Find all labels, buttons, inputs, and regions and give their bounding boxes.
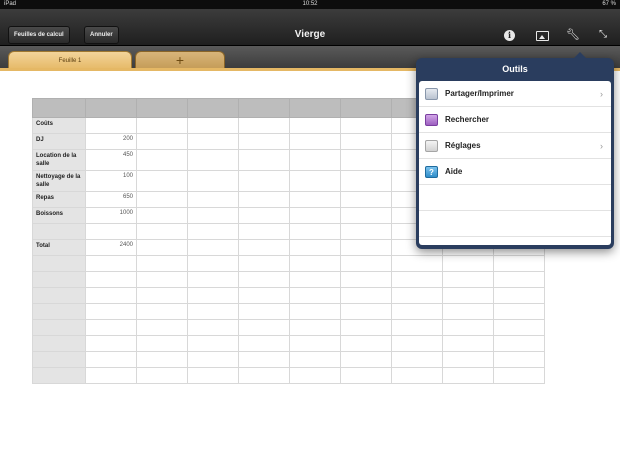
share-print-icon [425,88,438,100]
row-label[interactable]: Boissons [32,207,86,224]
row-label[interactable]: Total [32,239,86,256]
cell-value[interactable]: 450 [85,149,137,171]
status-bar: iPad 10:52 67 % [0,0,620,9]
cell-value[interactable]: 2400 [85,239,137,256]
tools-menu-list: Partager/Imprimer › Rechercher Réglages … [419,81,611,245]
help-icon: ? [425,166,438,178]
tools-popover: Outils Partager/Imprimer › Rechercher Ré… [416,58,614,249]
status-time: 10:52 [302,1,318,7]
menu-empty-row [419,185,611,211]
cell-value[interactable]: 100 [85,170,137,192]
chevron-right-icon: › [600,89,603,99]
menu-item-search[interactable]: Rechercher [419,107,611,133]
cell-value[interactable]: 1000 [85,207,137,224]
row-label[interactable]: Repas [32,191,86,208]
cell-value[interactable] [85,117,137,134]
menu-item-label: Rechercher [445,115,490,124]
table-row [32,271,545,288]
table-row [32,367,545,384]
info-icon[interactable]: i [504,30,515,41]
document-title: Vierge [294,29,326,40]
popover-arrow [572,52,588,60]
wrench-icon[interactable]: 🔧︎ [566,28,580,42]
menu-item-help[interactable]: ? Aide [419,159,611,185]
menu-item-label: Partager/Imprimer [445,89,514,98]
battery-level: 67 % [602,1,616,7]
row-label[interactable]: Nettoyage de la salle [32,170,86,192]
settings-icon [425,140,438,152]
row-label[interactable] [32,223,86,240]
chevron-right-icon: › [600,141,603,151]
table-row [32,255,545,272]
media-icon[interactable] [536,31,549,41]
table-row [32,335,545,352]
menu-item-share-print[interactable]: Partager/Imprimer › [419,81,611,107]
menu-item-settings[interactable]: Réglages › [419,133,611,159]
cell-value[interactable] [85,223,137,240]
row-label[interactable]: DJ [32,133,86,150]
table-row [32,287,545,304]
search-icon [425,114,438,126]
menu-item-label: Aide [445,167,463,176]
fullscreen-icon[interactable]: ⤡ [596,28,610,42]
menu-item-label: Réglages [445,141,481,150]
row-label[interactable]: Location de la salle [32,149,86,171]
menu-empty-row [419,211,611,237]
row-label[interactable]: Coûts [32,117,86,134]
toolbar: Feuilles de calcul Annuler Vierge i 🔧︎ ⤡ [0,9,620,46]
cell-value[interactable]: 650 [85,191,137,208]
table-row [32,303,545,320]
table-row [32,351,545,368]
cell-value[interactable]: 200 [85,133,137,150]
table-row [32,319,545,336]
popover-title: Outils [502,64,528,74]
